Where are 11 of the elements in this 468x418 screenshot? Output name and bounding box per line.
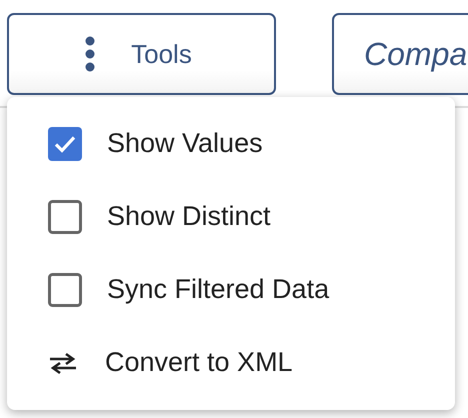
menu-item[interactable]: Show Distinct	[7, 180, 455, 253]
checkbox[interactable]	[48, 126, 82, 160]
menu-item[interactable]: Show Values	[7, 107, 455, 180]
checkbox[interactable]	[48, 272, 82, 306]
tools-button[interactable]: Tools	[7, 13, 276, 95]
checkbox[interactable]	[48, 200, 82, 234]
more-icon	[85, 36, 96, 72]
swap-arrows-icon	[48, 350, 78, 374]
menu-item[interactable]: Convert to XML	[7, 326, 455, 399]
menu-item[interactable]: Sync Filtered Data	[7, 253, 455, 326]
toolbar-button[interactable]: Compa	[332, 13, 468, 95]
